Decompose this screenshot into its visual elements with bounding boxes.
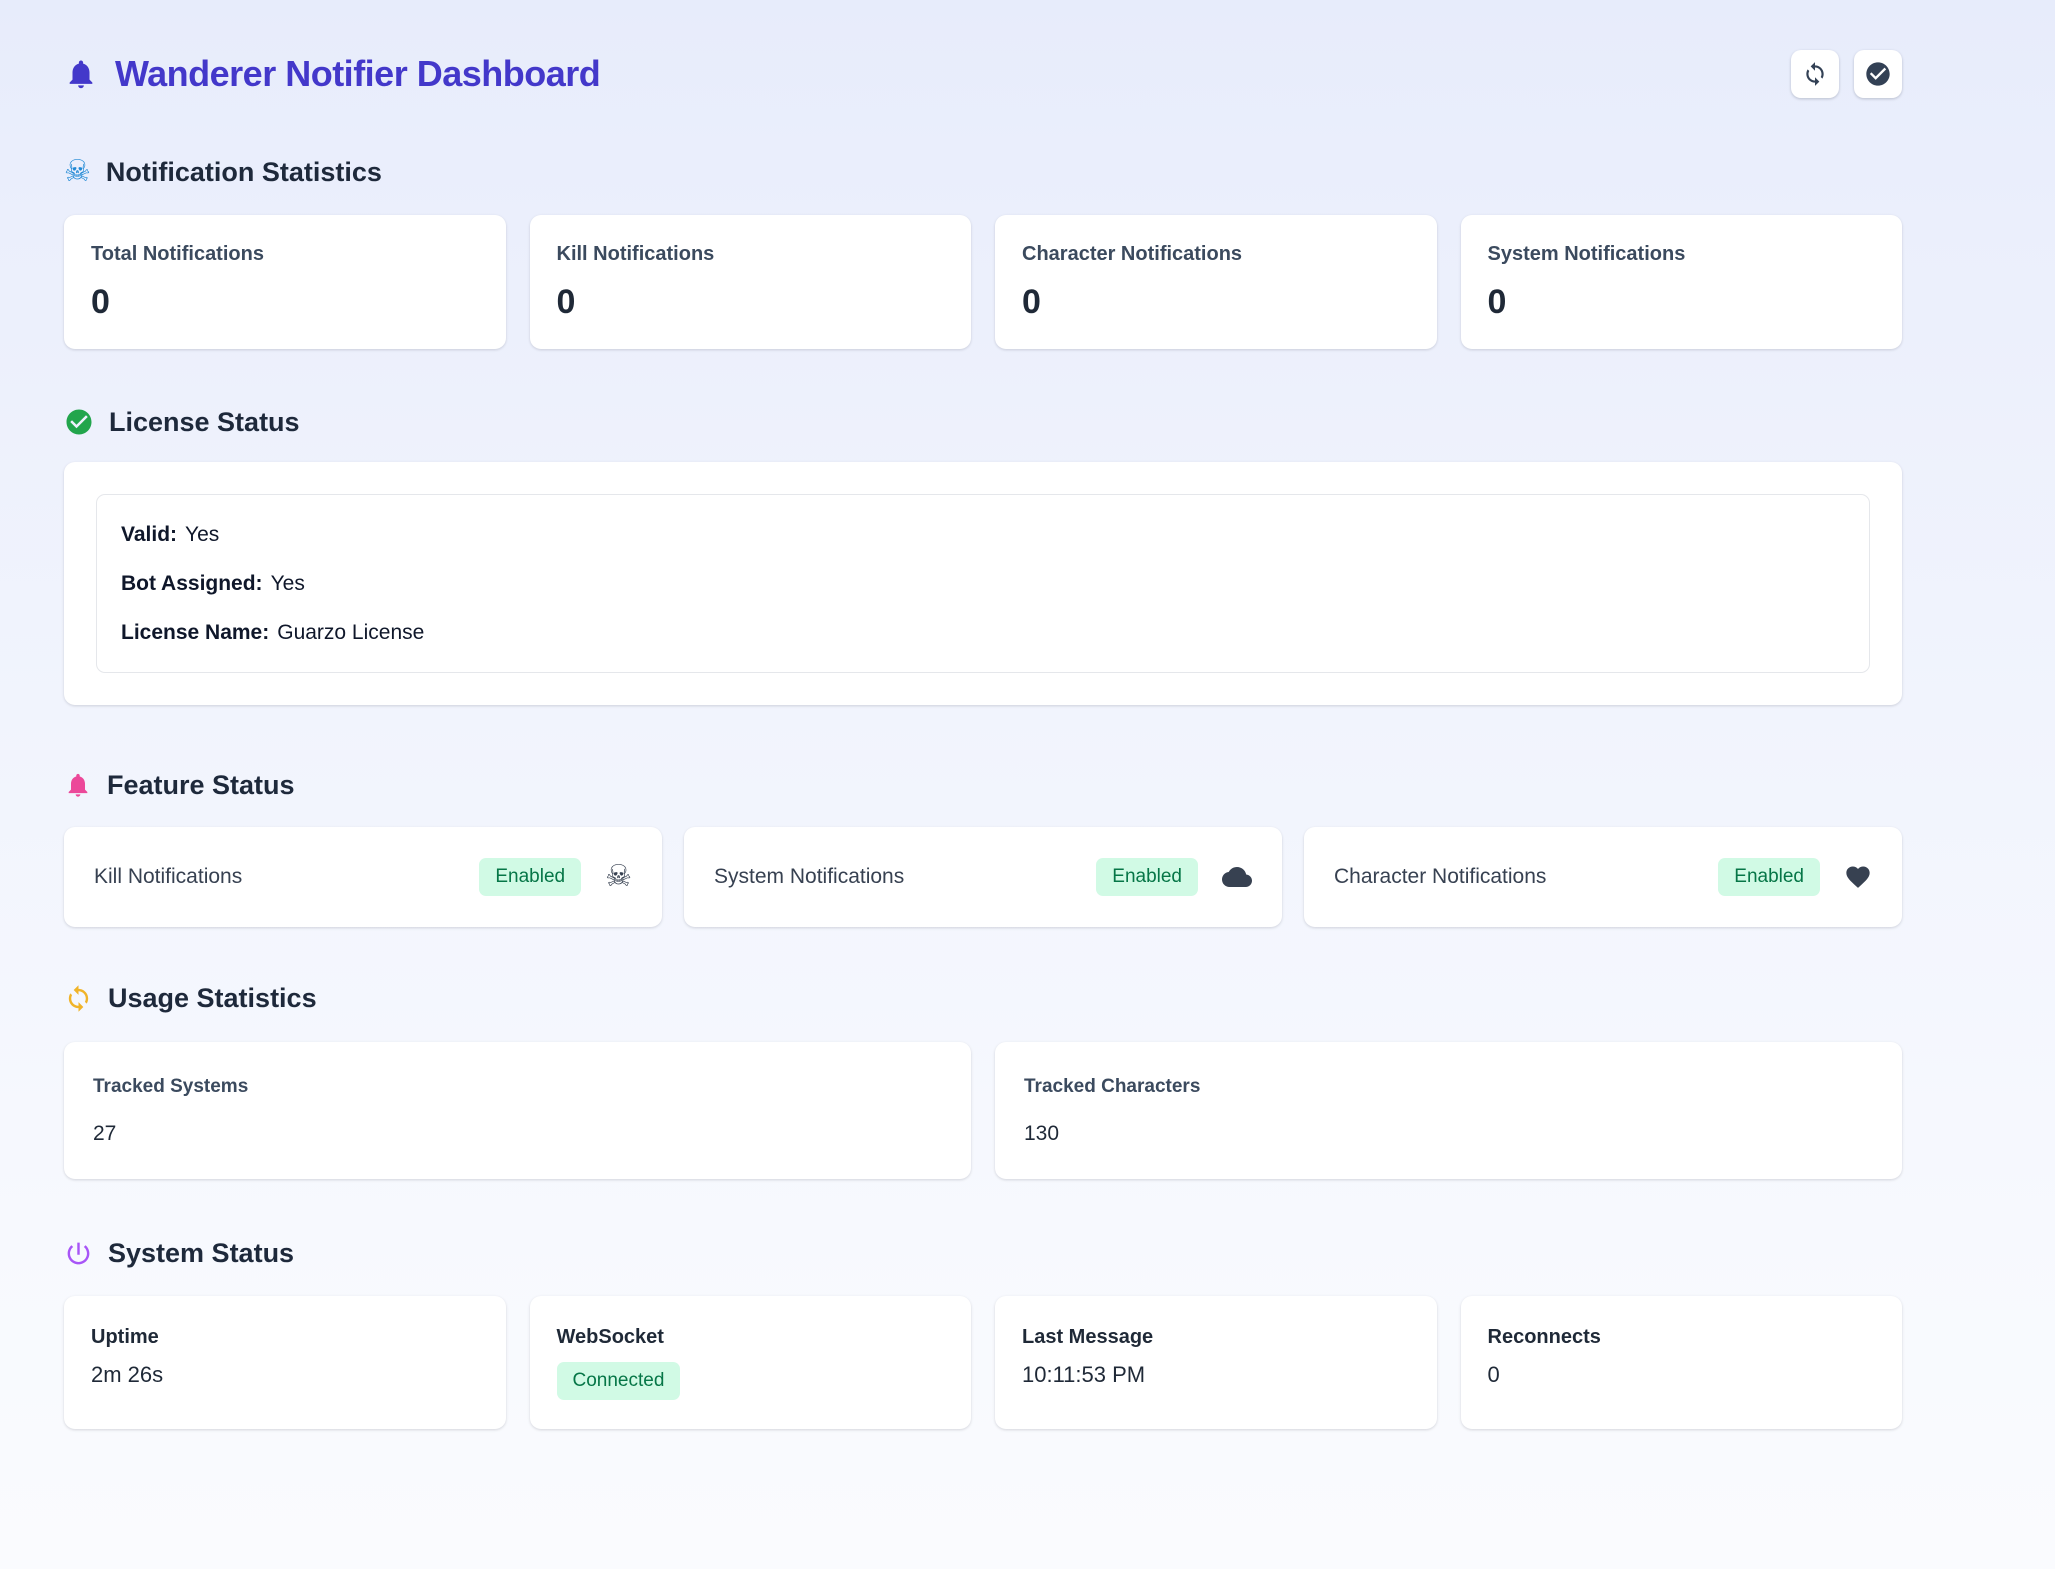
section-title: Usage Statistics: [108, 982, 317, 1014]
sync-icon: [64, 984, 93, 1013]
usage-card-tracked-characters: Tracked Characters 130: [995, 1042, 1902, 1179]
section-title: Notification Statistics: [106, 156, 382, 188]
section-title: Feature Status: [107, 769, 295, 801]
bell-icon: [64, 55, 98, 93]
bell-icon: [64, 770, 92, 800]
stat-label: Character Notifications: [1022, 242, 1410, 266]
section-title: License Status: [109, 406, 300, 438]
stat-card-character-notifications: Character Notifications 0: [995, 215, 1437, 349]
feature-label: Kill Notifications: [94, 865, 242, 889]
license-field-valid: Valid: Yes: [121, 522, 1845, 547]
license-details: Valid: Yes Bot Assigned: Yes License Name:…: [96, 494, 1870, 673]
system-label: Reconnects: [1488, 1325, 1876, 1349]
power-icon: [64, 1239, 93, 1268]
refresh-button[interactable]: [1791, 50, 1839, 98]
field-value: Guarzo License: [277, 621, 424, 644]
field-value: Yes: [185, 523, 219, 546]
system-value: 0: [1488, 1362, 1876, 1388]
usage-value: 27: [93, 1121, 942, 1146]
stat-label: System Notifications: [1488, 242, 1876, 266]
license-field-bot-assigned: Bot Assigned: Yes: [121, 571, 1845, 596]
license-field-license-name: License Name: Guarzo License: [121, 620, 1845, 645]
stat-value: 0: [557, 282, 945, 322]
feature-grid: Kill Notifications Enabled ☠ System Noti…: [64, 827, 1902, 927]
system-grid: Uptime 2m 26s WebSocket Connected Last M…: [64, 1296, 1902, 1429]
feature-card-character-notifications: Character Notifications Enabled: [1304, 827, 1902, 927]
status-badge: Enabled: [1096, 858, 1198, 896]
system-label: WebSocket: [557, 1325, 945, 1349]
system-card-uptime: Uptime 2m 26s: [64, 1296, 506, 1429]
dashboard-page: Wanderer Notifier Dashboard ☠ Notificati…: [64, 0, 1902, 1429]
cloud-icon: [1222, 862, 1252, 892]
feature-status-header: Feature Status: [64, 769, 1902, 801]
status-badge: Enabled: [1718, 858, 1820, 896]
skull-crossbones-icon: ☠: [605, 862, 632, 892]
system-value: 2m 26s: [91, 1362, 479, 1388]
notification-statistics-header: ☠ Notification Statistics: [64, 156, 1902, 188]
stat-card-system-notifications: System Notifications 0: [1461, 215, 1903, 349]
stat-card-kill-notifications: Kill Notifications 0: [530, 215, 972, 349]
feature-label: System Notifications: [714, 865, 904, 889]
check-circle-icon: [1864, 60, 1892, 88]
heart-icon: [1844, 863, 1872, 891]
notification-stats-grid: Total Notifications 0 Kill Notifications…: [64, 215, 1902, 349]
system-card-reconnects: Reconnects 0: [1461, 1296, 1903, 1429]
sync-icon: [1802, 61, 1828, 87]
system-status-header: System Status: [64, 1237, 1902, 1269]
system-label: Last Message: [1022, 1325, 1410, 1349]
usage-card-tracked-systems: Tracked Systems 27: [64, 1042, 971, 1179]
status-badge: Enabled: [479, 858, 581, 896]
field-label: Valid:: [121, 523, 177, 546]
header-actions: [1791, 50, 1902, 98]
usage-value: 130: [1024, 1121, 1873, 1146]
usage-label: Tracked Systems: [93, 1075, 942, 1098]
connection-status-badge: Connected: [557, 1362, 681, 1400]
stat-value: 0: [1022, 282, 1410, 322]
feature-label: Character Notifications: [1334, 865, 1546, 889]
confirm-button[interactable]: [1854, 50, 1902, 98]
stat-value: 0: [91, 282, 479, 322]
check-circle-icon: [64, 407, 94, 437]
page-title: Wanderer Notifier Dashboard: [115, 53, 600, 95]
usage-label: Tracked Characters: [1024, 1075, 1873, 1098]
field-label: License Name:: [121, 621, 269, 644]
page-header: Wanderer Notifier Dashboard: [64, 49, 1902, 99]
stat-label: Total Notifications: [91, 242, 479, 266]
section-title: System Status: [108, 1237, 294, 1269]
stat-value: 0: [1488, 282, 1876, 322]
system-value: 10:11:53 PM: [1022, 1362, 1410, 1388]
field-value: Yes: [271, 572, 305, 595]
system-card-last-message: Last Message 10:11:53 PM: [995, 1296, 1437, 1429]
system-card-websocket: WebSocket Connected: [530, 1296, 972, 1429]
license-card: Valid: Yes Bot Assigned: Yes License Name:…: [64, 462, 1902, 705]
stat-card-total-notifications: Total Notifications 0: [64, 215, 506, 349]
license-status-header: License Status: [64, 406, 1902, 438]
usage-grid: Tracked Systems 27 Tracked Characters 13…: [64, 1042, 1902, 1179]
system-label: Uptime: [91, 1325, 479, 1349]
stat-label: Kill Notifications: [557, 242, 945, 266]
feature-card-kill-notifications: Kill Notifications Enabled ☠: [64, 827, 662, 927]
field-label: Bot Assigned:: [121, 572, 263, 595]
skull-crossbones-icon: ☠: [64, 157, 91, 187]
usage-statistics-header: Usage Statistics: [64, 982, 1902, 1014]
feature-card-system-notifications: System Notifications Enabled: [684, 827, 1282, 927]
